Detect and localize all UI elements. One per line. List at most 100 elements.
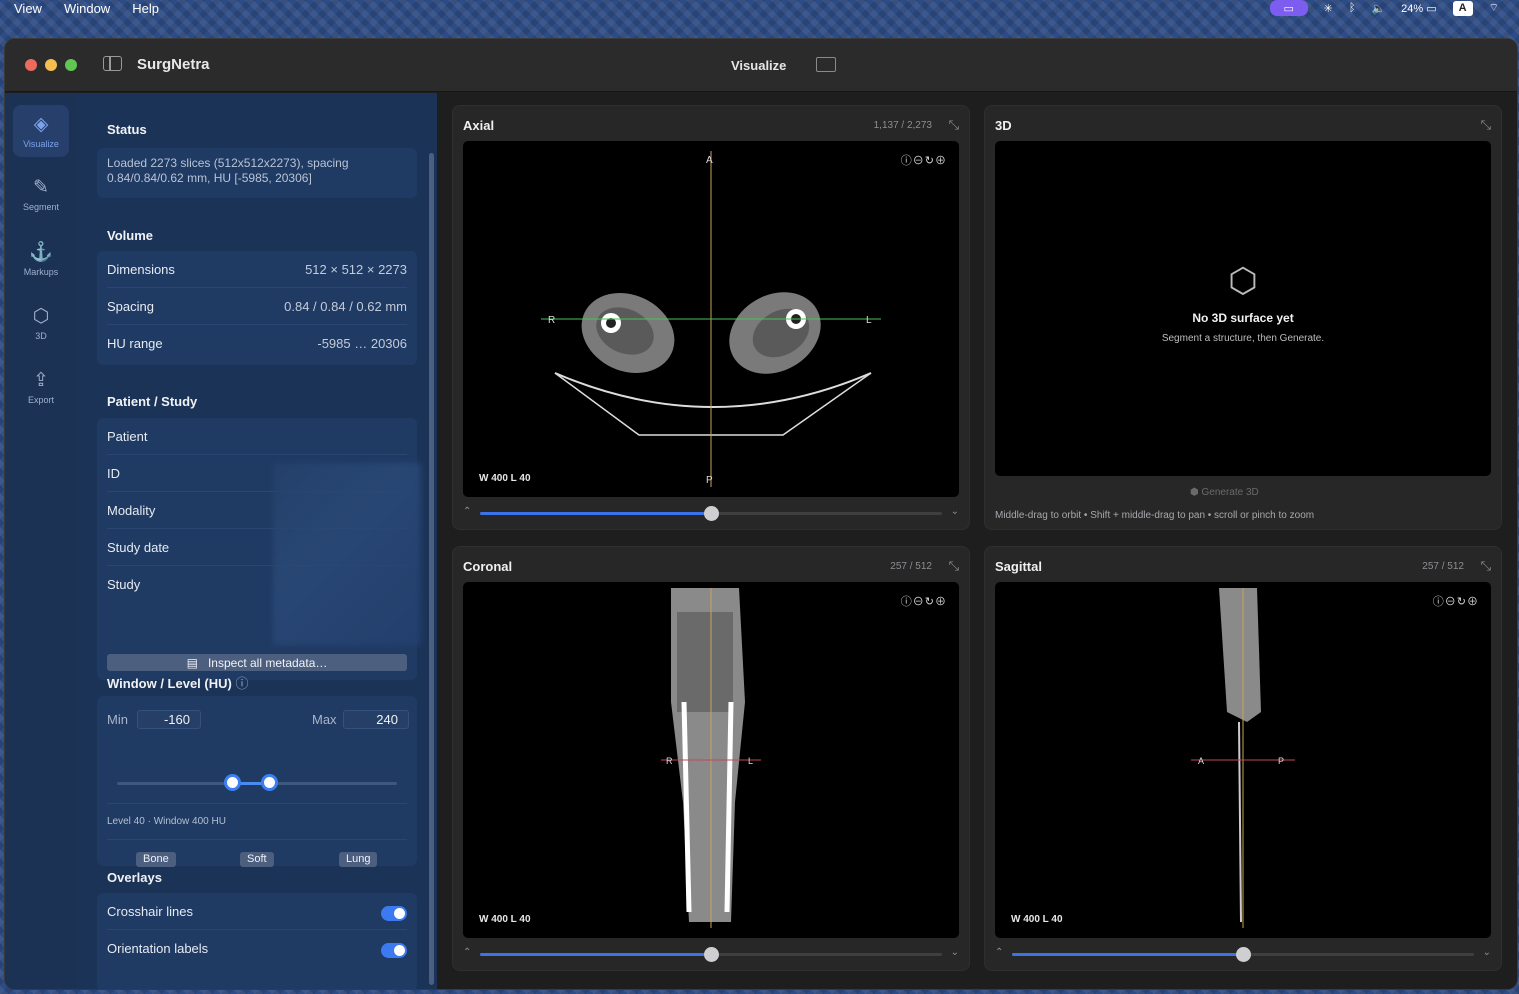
sagittal-viewport[interactable]: A P ⓘ⊖↻⊕ W 400 L 40 [995, 582, 1491, 938]
zoom-button[interactable] [65, 59, 77, 71]
max-hu-input[interactable]: 240 [343, 710, 409, 729]
patient-heading: Patient / Study [107, 394, 198, 409]
axial-panel: Axial 1,137 / 2,273 ⤡ A P R L ⓘ⊖↻⊕ W 400… [452, 105, 970, 530]
rail-label: Segment [22, 201, 60, 212]
slider-fill [1012, 953, 1243, 956]
axial-wl: W 400 L 40 [479, 473, 531, 484]
rail-item-segment[interactable]: ✎ Segment [13, 168, 69, 220]
axial-slice-slider[interactable]: ⌃ ⌄ [463, 506, 959, 521]
inspect-metadata-label: Inspect all metadata… [207, 655, 328, 670]
sidebar-toggle-icon[interactable] [103, 56, 122, 71]
expand-icon[interactable]: ⤡ [949, 558, 959, 574]
overlay-row: Crosshair lines [107, 893, 407, 930]
row-key: Study [107, 577, 141, 592]
orientation-labels-toggle[interactable] [381, 943, 407, 958]
sagittal-wl: W 400 L 40 [1011, 914, 1063, 925]
input-source-icon[interactable]: A [1452, 0, 1473, 16]
rail-item-3d[interactable]: ⬡ 3D [13, 297, 69, 349]
generate-3d-button[interactable]: ⬢ Generate 3D [1190, 487, 1259, 498]
divider [107, 803, 407, 804]
window-level-title: Window / Level (HU) [107, 676, 232, 691]
crosshair-toggle[interactable] [381, 906, 407, 921]
menu-view[interactable]: View [14, 1, 42, 16]
preset-bone-button[interactable]: Bone [136, 852, 176, 867]
view-tools[interactable]: ⓘ⊖↻⊕ [1433, 593, 1479, 609]
label-bottom: P [706, 475, 713, 486]
battery-status[interactable]: 24% ▭ [1401, 2, 1436, 15]
chevron-down-icon[interactable]: ⌄ [951, 506, 959, 517]
row-key: HU range [107, 336, 163, 351]
inspect-metadata-button[interactable]: ▤ Inspect all metadata… [107, 654, 407, 671]
max-handle[interactable] [261, 774, 278, 791]
preset-lung-button[interactable]: Lung [339, 852, 378, 867]
nav-rail: ◈ Visualize ✎ Segment ⚓ Markups ⬡ 3D ⇪ E… [5, 93, 77, 989]
row-value: -5985 … 20306 [317, 336, 407, 351]
sagittal-slice-slider[interactable]: ⌃ ⌄ [995, 947, 1491, 962]
generate-3d-label: Generate 3D [1201, 487, 1259, 498]
3d-help-text: Middle-drag to orbit • Shift + middle-dr… [995, 510, 1315, 521]
expand-icon[interactable]: ⤡ [1481, 558, 1491, 574]
volume-row: Dimensions 512 × 512 × 2273 [107, 251, 407, 288]
title-bar: SurgNetra Visualize [5, 39, 1517, 92]
sagittal-image: A P [1191, 588, 1295, 928]
chevron-up-icon[interactable]: ⌃ [463, 506, 471, 517]
slider-knob[interactable] [704, 947, 719, 962]
coronal-wl: W 400 L 40 [479, 914, 531, 925]
label-left: R [666, 756, 673, 766]
info-icon[interactable]: ⓘ [235, 676, 248, 691]
close-button[interactable] [25, 59, 37, 71]
status-heading: Status [107, 122, 147, 137]
sidebar-scrollbar[interactable] [429, 153, 434, 985]
minimize-button[interactable] [45, 59, 57, 71]
chevron-up-icon[interactable]: ⌃ [995, 947, 1003, 958]
3d-title: 3D [995, 118, 1012, 133]
share-icon: ⇪ [33, 369, 49, 391]
chevron-down-icon[interactable]: ⌄ [1483, 947, 1491, 958]
3d-viewport[interactable]: ⬡ No 3D surface yet Segment a structure,… [995, 141, 1491, 476]
redacted-values [273, 463, 421, 645]
label-left: R [548, 315, 555, 326]
min-hu-input[interactable]: -160 [137, 710, 201, 729]
slider-knob[interactable] [1236, 947, 1251, 962]
min-handle[interactable] [224, 774, 241, 791]
coronal-viewport[interactable]: R L ⓘ⊖↻⊕ W 400 L 40 [463, 582, 959, 938]
expand-icon[interactable]: ⤡ [949, 117, 959, 133]
chevron-down-icon[interactable]: ⌄ [951, 947, 959, 958]
open-folder-icon[interactable] [816, 57, 836, 72]
rail-label: Export [27, 394, 54, 405]
menu-help[interactable]: Help [132, 1, 159, 16]
window-level-heading: Window / Level (HU) ⓘ [107, 673, 248, 692]
overlays-heading: Overlays [107, 870, 162, 885]
menu-bar: View Window Help ▭ ✳ ᛒ 🔈 24% ▭ A ⌔ [0, 0, 1519, 16]
chevron-up-icon[interactable]: ⌃ [463, 947, 471, 958]
bluetooth-icon[interactable]: ᛒ [1349, 2, 1356, 14]
row-key: Study date [107, 539, 170, 555]
preset-soft-button[interactable]: Soft [240, 852, 274, 867]
view-tools[interactable]: ⓘ⊖↻⊕ [901, 152, 947, 168]
rail-item-markups[interactable]: ⚓ Markups [13, 233, 69, 285]
rail-item-visualize[interactable]: ◈ Visualize [13, 105, 69, 157]
rail-item-export[interactable]: ⇪ Export [13, 361, 69, 413]
volume-heading: Volume [107, 228, 153, 243]
axial-viewport[interactable]: A P R L ⓘ⊖↻⊕ W 400 L 40 [463, 141, 959, 497]
inspector-sidebar: Status Loaded 2273 slices (512x512x2273)… [77, 93, 437, 989]
view-tools[interactable]: ⓘ⊖↻⊕ [901, 593, 947, 609]
menu-window[interactable]: Window [64, 1, 110, 16]
slider-knob[interactable] [704, 506, 719, 521]
label-right: P [1278, 756, 1284, 766]
patient-row: Patient [107, 418, 407, 455]
screen-share-icon[interactable]: ▭ [1269, 0, 1308, 16]
coronal-slice-slider[interactable]: ⌃ ⌄ [463, 947, 959, 962]
wifi-icon[interactable]: ⌔ [1489, 1, 1499, 15]
rail-label: Visualize [23, 138, 59, 149]
volume-row: Spacing 0.84 / 0.84 / 0.62 mm [107, 288, 407, 325]
brightness-icon[interactable]: ✳ [1324, 2, 1333, 15]
row-key: ID [107, 465, 120, 481]
volume-icon[interactable]: 🔈 [1371, 2, 1385, 15]
cube-icon: ⬡ [1228, 262, 1258, 300]
slider-fill [480, 512, 711, 515]
level-window-summary: Level 40 · Window 400 HU [107, 816, 226, 827]
pin-icon: ⚓ [29, 241, 53, 263]
expand-icon[interactable]: ⤡ [1481, 117, 1491, 133]
coronal-panel: Coronal 257 / 512 ⤡ R L ⓘ⊖↻⊕ W 400 L 40 … [452, 546, 970, 971]
